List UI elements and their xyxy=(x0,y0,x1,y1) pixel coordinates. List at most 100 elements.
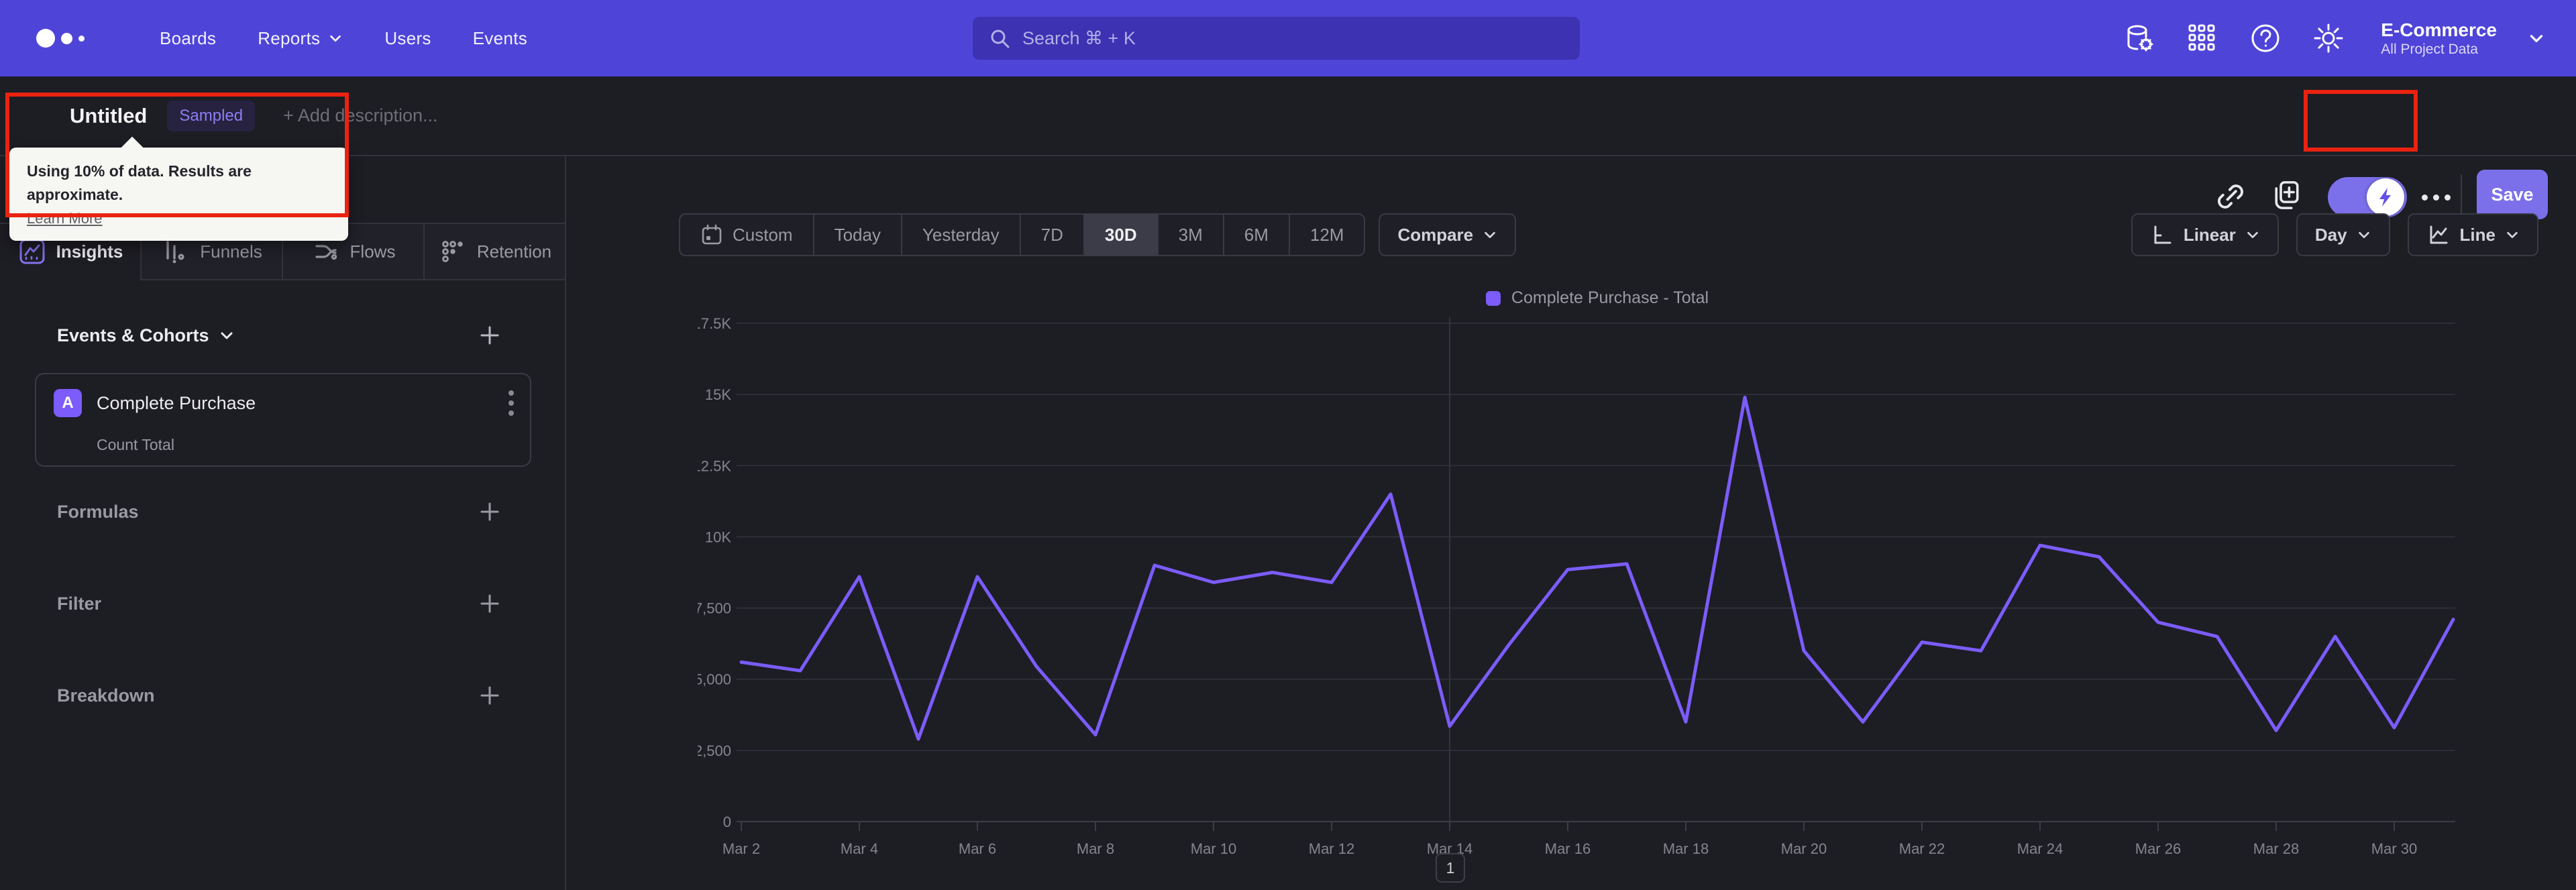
funnels-icon xyxy=(166,241,184,264)
insights-icon xyxy=(19,239,45,264)
top-nav-bar: Boards Reports Users Events Search ⌘ + K xyxy=(0,0,2576,76)
range-12m-label: 12M xyxy=(1309,224,1344,245)
legend-swatch xyxy=(1485,290,1501,306)
interval-dropdown[interactable]: Day xyxy=(2296,213,2390,256)
range-today-label: Today xyxy=(834,224,881,245)
range-6m[interactable]: 6M xyxy=(1222,215,1289,255)
app-screen: Boards Reports Users Events Search ⌘ + K xyxy=(0,0,2576,890)
event-letter-badge: A xyxy=(54,389,82,417)
nav-item-users-label: Users xyxy=(384,27,431,48)
x-tick-label: Mar 26 xyxy=(2135,840,2181,857)
line-chart[interactable]: 17.5K 15K 12.5K 10K 7,500 5,000 2,500 0 Mar 2 Mar… xyxy=(698,305,2469,889)
x-tick-label: Mar 16 xyxy=(1545,840,1591,857)
y-tick-label: 15K xyxy=(705,386,731,403)
sampling-tooltip: Using 10% of data. Results are approxima… xyxy=(9,148,348,241)
tab-funnels-label: Funnels xyxy=(200,241,262,262)
range-today[interactable]: Today xyxy=(812,215,901,255)
range-7d[interactable]: 7D xyxy=(1019,215,1083,255)
interval-label: Day xyxy=(2314,224,2347,245)
chevron-down-icon xyxy=(1485,231,1495,239)
apps-grid-icon[interactable] xyxy=(2186,22,2218,54)
range-30d-label: 30D xyxy=(1104,224,1137,245)
x-tick-label: Mar 4 xyxy=(841,840,878,857)
formulas-section: Formulas xyxy=(57,500,501,523)
retention-icon xyxy=(441,241,463,262)
project-chevron-down-icon[interactable] xyxy=(2528,30,2545,47)
nav-item-boards-label: Boards xyxy=(160,27,217,48)
chevron-down-icon xyxy=(2358,231,2369,239)
events-cohorts-label[interactable]: Events & Cohorts xyxy=(57,325,235,346)
report-title-bar: Untitled Sampled + Add description... Sa… xyxy=(0,76,2576,219)
filter-section: Filter xyxy=(57,592,501,615)
range-12m[interactable]: 12M xyxy=(1288,215,1364,255)
chevron-down-icon xyxy=(2247,231,2258,239)
range-30d[interactable]: 30D xyxy=(1083,215,1157,255)
x-tick-label: Mar 12 xyxy=(1309,840,1354,857)
event-menu-icon[interactable] xyxy=(508,390,514,416)
nav-item-reports[interactable]: Reports xyxy=(258,28,343,49)
pagination-page-1[interactable]: 1 xyxy=(1436,853,1465,883)
y-tick-label: 12.5K xyxy=(698,457,731,474)
chart-type-dropdown[interactable]: Line xyxy=(2407,213,2538,256)
range-yesterday[interactable]: Yesterday xyxy=(900,215,1020,255)
search-input[interactable]: Search ⌘ + K xyxy=(973,17,1580,60)
x-tick-label: Mar 22 xyxy=(1899,840,1945,857)
y-tick-label: 17.5K xyxy=(698,315,731,332)
x-tick-label: Mar 30 xyxy=(2371,840,2417,857)
add-filter-button[interactable] xyxy=(478,592,501,615)
compare-label: Compare xyxy=(1397,224,1474,245)
search-placeholder: Search ⌘ + K xyxy=(1022,27,1136,48)
range-custom[interactable]: Custom xyxy=(680,215,813,255)
add-event-button[interactable] xyxy=(478,324,501,347)
date-range-group: Custom Today Yesterday 7D 30D 3M 6M 12M xyxy=(679,213,1366,256)
project-name: E-Commerce xyxy=(2381,19,2497,40)
series-line-complete-purchase xyxy=(739,395,2455,741)
x-tick-label: Mar 20 xyxy=(1781,840,1827,857)
line-chart-icon xyxy=(2430,225,2448,244)
scale-label: Linear xyxy=(2183,224,2236,245)
add-breakdown-button[interactable] xyxy=(478,684,501,707)
tab-retention[interactable]: Retention xyxy=(423,224,565,280)
y-tick-label: 2,500 xyxy=(698,742,731,759)
nav-item-events-label: Events xyxy=(472,27,528,48)
data-management-icon[interactable] xyxy=(2123,22,2155,54)
settings-gear-icon[interactable] xyxy=(2312,22,2345,54)
breakdown-label: Breakdown xyxy=(57,685,155,706)
report-title[interactable]: Untitled xyxy=(70,104,147,128)
filter-label: Filter xyxy=(57,593,102,614)
x-tick-label: Mar 2 xyxy=(722,840,760,857)
x-tick-label: Mar 28 xyxy=(2253,840,2299,857)
x-tick-label: Mar 8 xyxy=(1077,840,1114,857)
chevron-down-icon xyxy=(330,35,341,42)
query-sidebar: Insights Funnels Flows Retention Events … xyxy=(0,156,566,890)
nav-item-reports-label: Reports xyxy=(258,27,321,48)
compare-dropdown[interactable]: Compare xyxy=(1379,213,1517,256)
y-tick-label: 10K xyxy=(705,529,731,545)
scale-dropdown[interactable]: Linear xyxy=(2131,213,2279,256)
events-cohorts-text: Events & Cohorts xyxy=(57,325,209,345)
learn-more-link[interactable]: Learn More xyxy=(27,210,103,227)
chart-panel: Custom Today Yesterday 7D 30D 3M 6M 12M … xyxy=(566,156,2576,890)
event-query-card[interactable]: A Complete Purchase Count Total xyxy=(35,373,531,467)
add-description-field[interactable]: + Add description... xyxy=(283,105,437,126)
nav-item-events[interactable]: Events xyxy=(473,28,527,49)
add-formula-button[interactable] xyxy=(478,500,501,523)
mixpanel-logo[interactable] xyxy=(36,29,85,48)
y-tick-label: 7,500 xyxy=(698,600,731,617)
nav-item-boards[interactable]: Boards xyxy=(160,28,216,49)
tab-insights-label: Insights xyxy=(56,241,123,262)
nav-item-users[interactable]: Users xyxy=(384,28,431,49)
sampled-badge[interactable]: Sampled xyxy=(167,100,256,131)
flows-icon xyxy=(315,245,337,260)
project-switcher[interactable]: E-Commerce All Project Data xyxy=(2381,19,2497,58)
help-icon[interactable] xyxy=(2249,22,2282,54)
event-metric[interactable]: Count Total xyxy=(97,436,174,454)
x-tick-label: Mar 10 xyxy=(1191,840,1236,857)
range-6m-label: 6M xyxy=(1244,224,1269,245)
range-3m-label: 3M xyxy=(1178,224,1203,245)
y-tick-label: 0 xyxy=(723,814,731,830)
event-name[interactable]: Complete Purchase xyxy=(97,393,256,414)
range-3m[interactable]: 3M xyxy=(1157,215,1223,255)
chevron-down-icon xyxy=(221,332,233,339)
calendar-icon xyxy=(702,224,722,245)
